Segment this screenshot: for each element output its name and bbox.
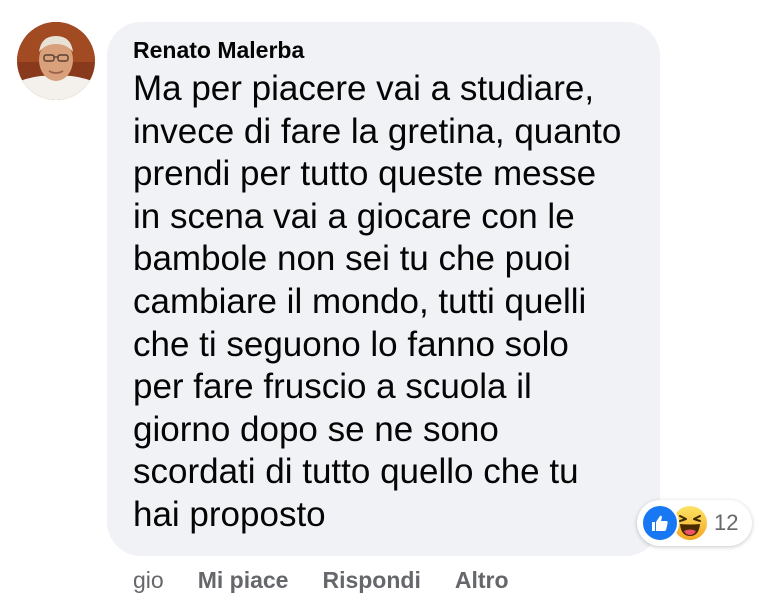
reactions-badge[interactable]: 12 [637, 500, 753, 546]
more-button[interactable]: Altro [455, 565, 509, 595]
user-avatar-photo [17, 22, 95, 100]
comment-screen: Renato Malerba Ma per piacere vai a stud… [0, 0, 766, 613]
timestamp[interactable]: gio [133, 565, 164, 595]
like-button[interactable]: Mi piace [198, 565, 289, 595]
comment-actions: gio Mi piace Rispondi Altro [133, 565, 543, 595]
comment-author[interactable]: Renato Malerba [133, 36, 634, 64]
reaction-count: 12 [714, 510, 739, 535]
reply-button[interactable]: Rispondi [322, 565, 420, 595]
avatar[interactable] [17, 22, 95, 100]
like-icon [641, 504, 679, 542]
comment-text: Ma per piacere vai a studiare, invece di… [133, 69, 622, 534]
comment-bubble: Renato Malerba Ma per piacere vai a stud… [107, 22, 660, 556]
